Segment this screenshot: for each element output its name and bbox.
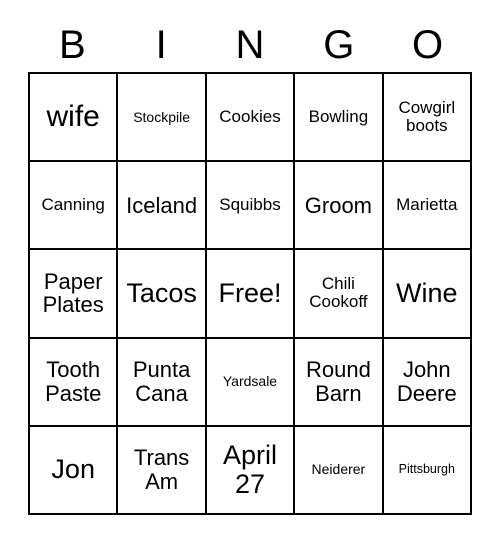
bingo-cell-label: Bowling [308, 107, 369, 126]
bingo-cell-label: Yardsale [222, 373, 278, 390]
bingo-cell-label: Groom [304, 192, 373, 218]
header-letter-g: G [323, 23, 355, 67]
bingo-grid: wife Stockpile Cookies Bowling Cowgirl boots… [28, 72, 472, 515]
header-letter-b: B [59, 23, 86, 67]
bingo-cell[interactable]: John Deere [383, 338, 472, 427]
bingo-cell-label: Stockpile [133, 108, 190, 125]
bingo-cell-label: John Deere [396, 357, 457, 406]
bingo-cell-label: Neiderer [311, 461, 366, 478]
bingo-cell-label: Cookies [219, 107, 281, 126]
bingo-cell[interactable]: Iceland [118, 162, 207, 251]
header-letter-n: N [235, 23, 265, 67]
header-letter-o: O [412, 23, 444, 67]
bingo-cell-label: Canning [41, 195, 105, 215]
bingo-cell-label: Punta Cana [132, 357, 191, 406]
bingo-cell-label: wife [46, 100, 100, 134]
bingo-cell[interactable]: Punta Cana [118, 338, 207, 427]
bingo-cell[interactable]: Wine [383, 250, 472, 339]
bingo-cell[interactable]: Trans Am [118, 426, 207, 515]
bingo-cell[interactable]: Jon [30, 426, 119, 515]
header-letter-i: I [155, 23, 167, 67]
bingo-cell[interactable]: Tacos [118, 250, 207, 339]
bingo-cell[interactable]: Round Barn [295, 338, 384, 427]
bingo-cell-label: Free! [218, 278, 282, 309]
bingo-cell[interactable]: Stockpile [118, 74, 207, 163]
bingo-cell[interactable]: Tooth Paste [30, 338, 119, 427]
bingo-cell[interactable]: Groom [295, 162, 384, 251]
bingo-cell[interactable]: Canning [30, 162, 119, 251]
bingo-cell-label: Squibbs [219, 195, 281, 215]
bingo-cell-label: Pittsburgh [398, 462, 455, 477]
bingo-cell-label: Paper Plates [42, 268, 104, 318]
bingo-cell[interactable]: Free! [206, 250, 296, 339]
bingo-cell[interactable]: April 27 [206, 426, 296, 515]
bingo-cell[interactable]: Yardsale [206, 338, 296, 427]
bingo-cell[interactable]: Squibbs [206, 162, 296, 251]
bingo-header: B I N G O [28, 18, 472, 72]
bingo-cell-label: Chili Cookoff [309, 274, 368, 312]
bingo-cell-label: Marietta [396, 195, 458, 215]
bingo-cell[interactable]: Bowling [295, 74, 384, 163]
bingo-cell[interactable]: Marietta [383, 162, 472, 251]
bingo-cell-label: Trans Am [133, 445, 190, 494]
bingo-cell-label: Round Barn [305, 357, 371, 406]
bingo-cell-label: Tooth Paste [45, 357, 102, 406]
bingo-cell[interactable]: Neiderer [295, 426, 384, 515]
bingo-cell[interactable]: Paper Plates [30, 250, 119, 339]
bingo-cell[interactable]: Pittsburgh [383, 426, 472, 515]
bingo-cell[interactable]: wife [30, 74, 119, 163]
bingo-cell[interactable]: Cookies [206, 74, 296, 163]
bingo-cell-label: Iceland [126, 192, 198, 218]
bingo-cell-label: Cowgirl boots [398, 97, 456, 136]
bingo-cell-label: Jon [51, 454, 95, 485]
bingo-cell[interactable]: Chili Cookoff [295, 250, 384, 339]
bingo-cell[interactable]: Cowgirl boots [383, 74, 472, 163]
bingo-cell-label: Wine [396, 278, 458, 309]
bingo-card: B I N G O wife Stockpile Cookies Bowling Cow… [0, 0, 500, 544]
bingo-cell-label: Tacos [126, 278, 197, 309]
bingo-cell-label: April 27 [222, 440, 277, 499]
